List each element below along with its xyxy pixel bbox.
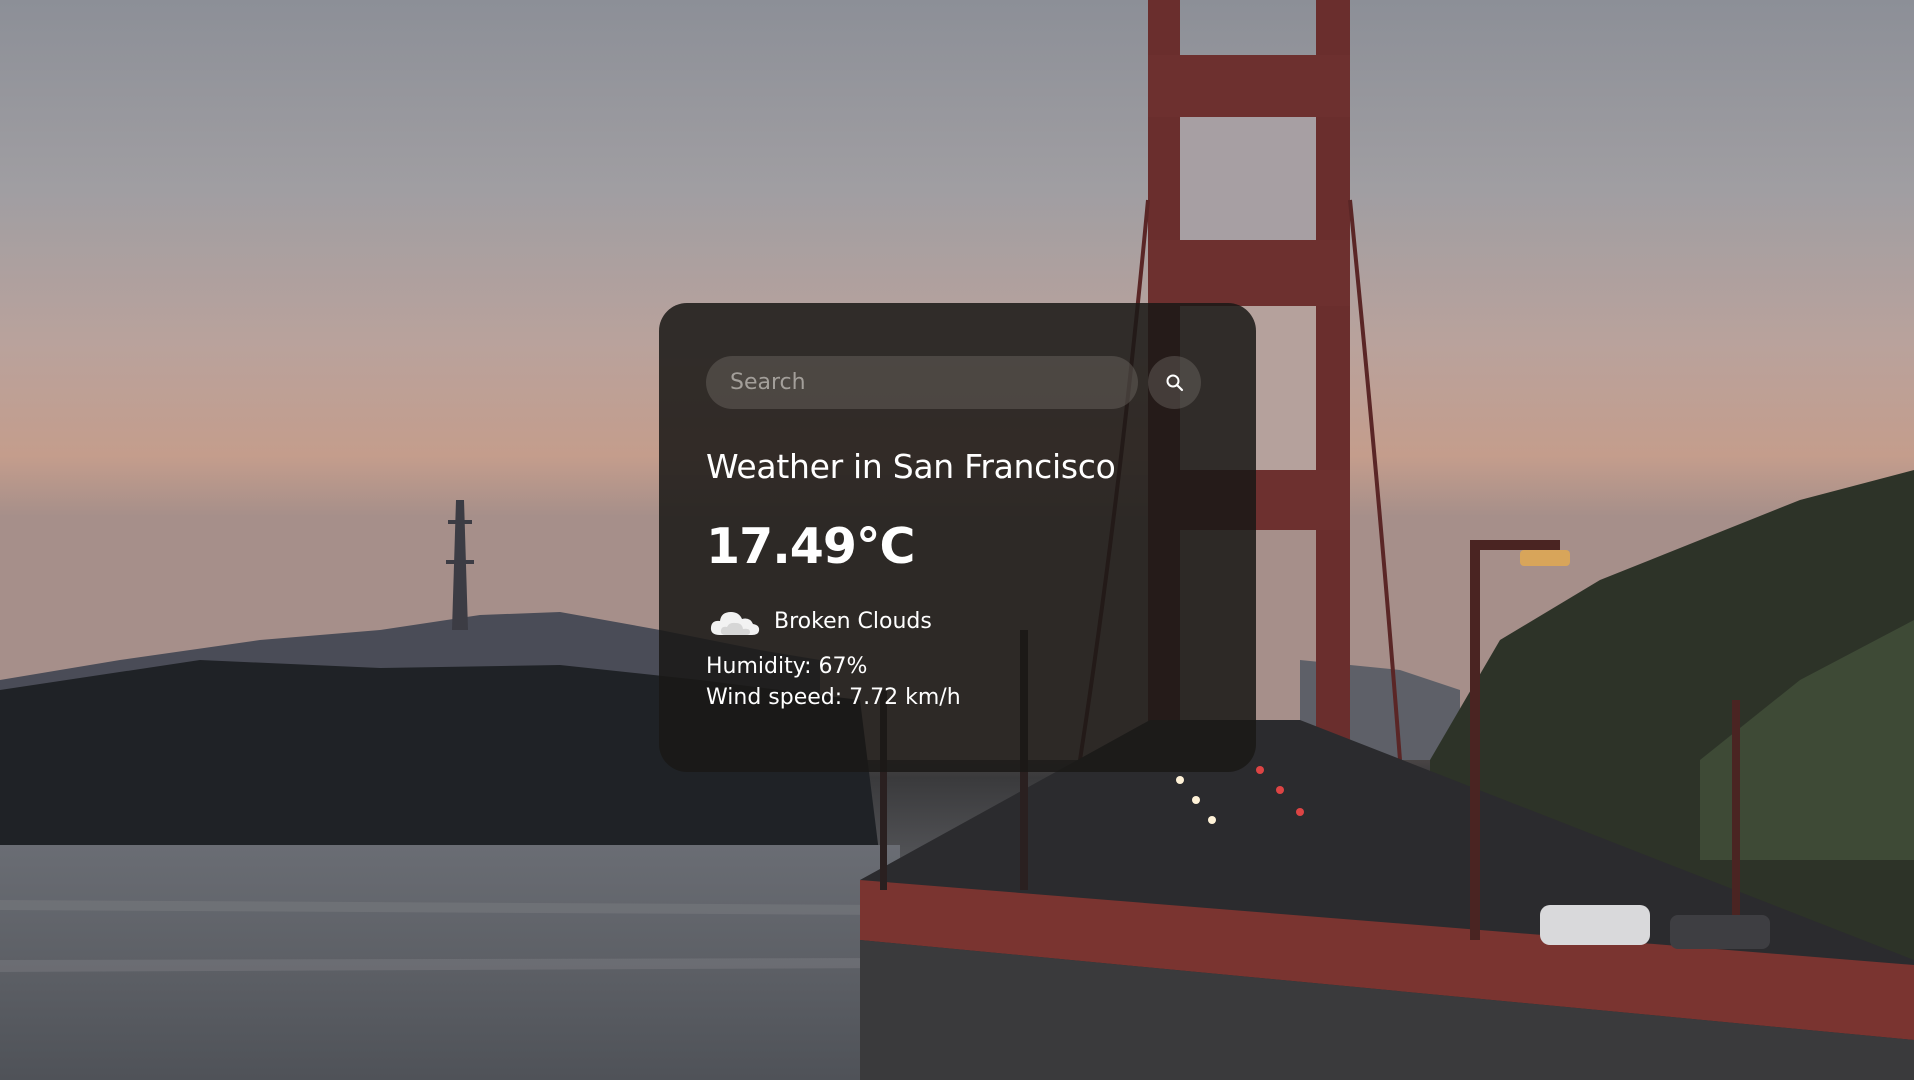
search-input[interactable] xyxy=(706,356,1138,409)
weather-description: Broken Clouds xyxy=(774,608,932,634)
weather-card: Weather in San Francisco 17.49°C Broken … xyxy=(659,303,1256,772)
weather-details: Humidity: 67% Wind speed: 7.72 km/h xyxy=(706,651,1209,713)
search-icon xyxy=(1166,374,1183,391)
broken-clouds-icon xyxy=(710,612,760,635)
wind-speed: Wind speed: 7.72 km/h xyxy=(706,685,961,710)
weather-app-page: Weather in San Francisco 17.49°C Broken … xyxy=(0,0,1914,1080)
description-row: Broken Clouds xyxy=(706,601,1209,641)
city-title: Weather in San Francisco xyxy=(706,447,1116,486)
humidity: Humidity: 67% xyxy=(706,654,868,679)
search-button[interactable] xyxy=(1148,356,1201,409)
search-bar xyxy=(706,356,1209,409)
temperature: 17.49°C xyxy=(706,518,915,575)
